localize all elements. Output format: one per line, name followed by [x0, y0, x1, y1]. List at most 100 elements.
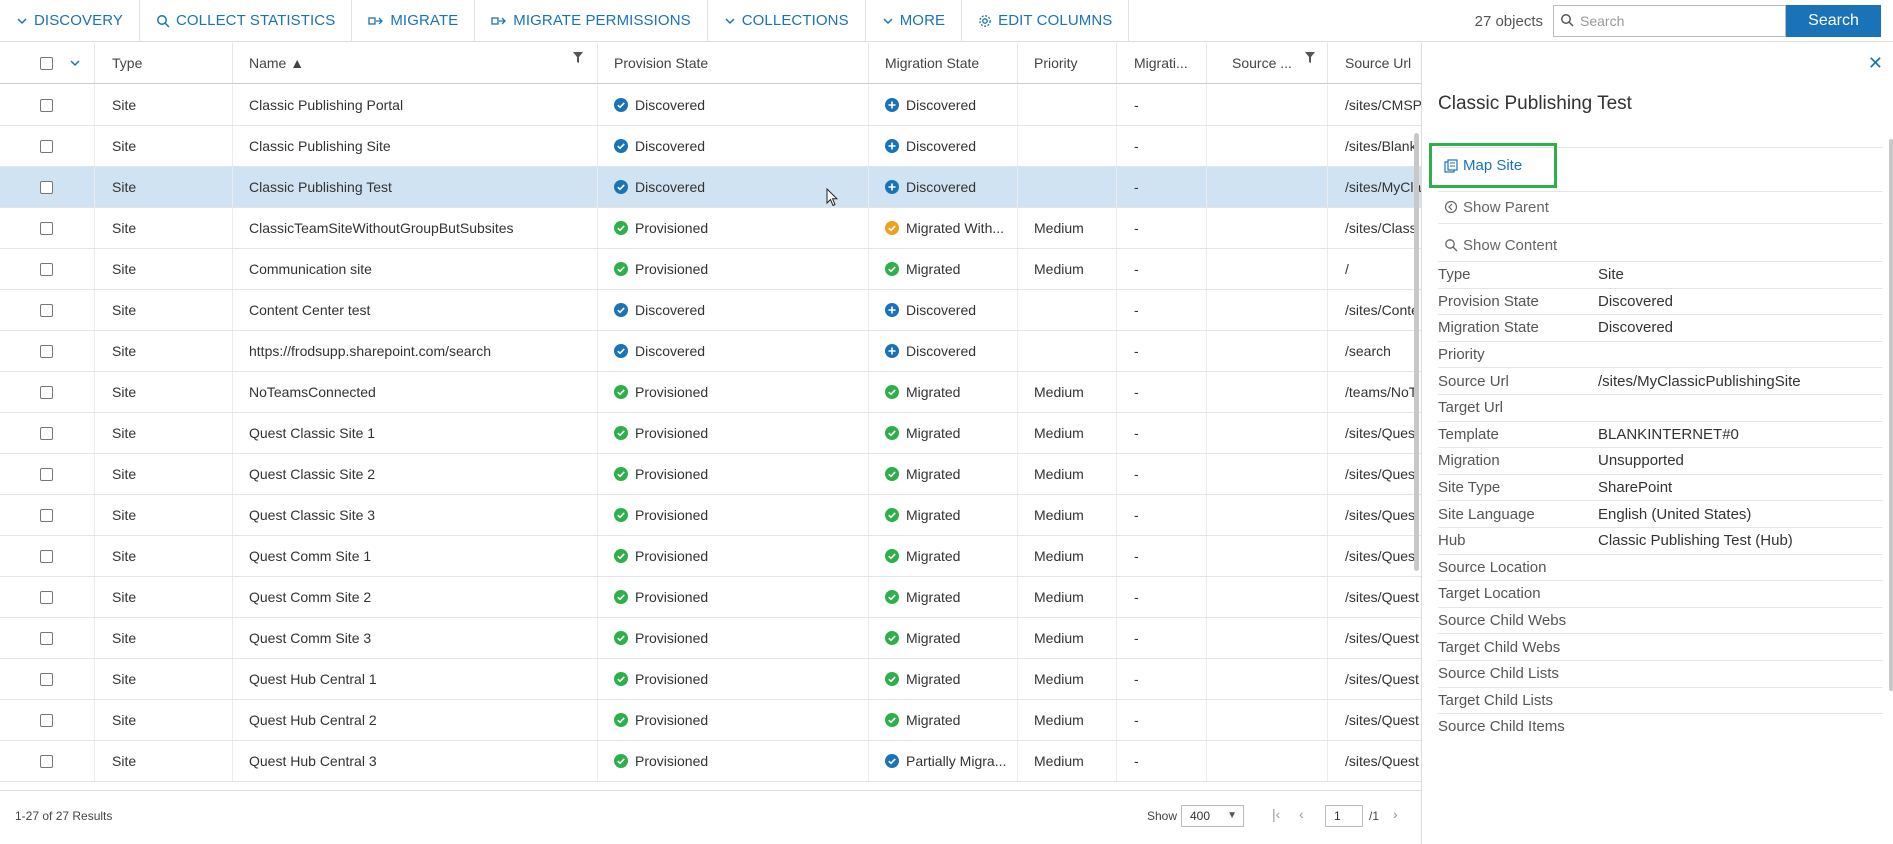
cell-name: Quest Hub Central 3: [233, 741, 598, 781]
page-number-value: 1: [1334, 809, 1341, 823]
cell-migration-state: Discovered: [869, 85, 1018, 125]
row-checkbox[interactable]: [40, 672, 53, 686]
cell-migration-state: Migrated: [869, 536, 1018, 576]
row-checkbox[interactable]: [40, 98, 53, 112]
select-all-checkbox[interactable]: [40, 56, 53, 70]
row-checkbox[interactable]: [40, 467, 53, 481]
cell-migration: -: [1117, 208, 1207, 248]
row-checkbox[interactable]: [40, 344, 53, 358]
search-box[interactable]: [1553, 5, 1786, 37]
cell-type: Site: [95, 208, 233, 248]
discovery-button[interactable]: DISCOVERY: [0, 0, 140, 42]
search-input[interactable]: [1580, 13, 1780, 29]
edit-columns-button[interactable]: EDIT COLUMNS: [962, 0, 1130, 42]
table-row[interactable]: Site Quest Comm Site 1 Provisioned Migrated…: [0, 536, 1421, 577]
table-row[interactable]: Site Quest Classic Site 3 Provisioned Migra…: [0, 495, 1421, 536]
table-row[interactable]: Site Quest Hub Central 1 Provisioned Migrat…: [0, 659, 1421, 700]
column-header-type[interactable]: Type: [95, 43, 233, 83]
column-header-source-url[interactable]: Source Url: [1328, 43, 1421, 83]
cell-type: Site: [95, 495, 233, 535]
table-row[interactable]: Site Quest Comm Site 3 Provisioned Migrated…: [0, 618, 1421, 659]
cell-source: [1207, 85, 1328, 125]
table-row[interactable]: Site Content Center test Discovered Discove…: [0, 290, 1421, 331]
object-count: 27 objects: [1474, 12, 1543, 30]
cell-migration-state: Migrated: [869, 700, 1018, 740]
row-checkbox[interactable]: [40, 631, 53, 645]
row-checkbox[interactable]: [40, 508, 53, 522]
table-row[interactable]: Site ClassicTeamSiteWithoutGroupButSubsit…: [0, 208, 1421, 249]
property-key: Source Child Webs: [1438, 612, 1567, 630]
cell-priority: Medium: [1018, 249, 1117, 289]
prev-page-icon[interactable]: ‹: [1299, 806, 1304, 822]
cell-provision-state: Provisioned: [598, 577, 869, 617]
table-row[interactable]: Site Classic Publishing Portal Discovered D…: [0, 85, 1421, 126]
close-icon[interactable]: ✕: [1868, 53, 1883, 74]
collect-statistics-button[interactable]: COLLECT STATISTICS: [140, 0, 353, 42]
collections-button[interactable]: COLLECTIONS: [708, 0, 866, 42]
property-key: Migration: [1438, 452, 1500, 470]
row-checkbox[interactable]: [40, 754, 53, 768]
show-content-button[interactable]: Show Content: [1444, 233, 1557, 257]
cell-source-url: /sites/Classi: [1345, 220, 1420, 236]
migrate-permissions-button[interactable]: MIGRATE PERMISSIONS: [475, 0, 708, 42]
column-header-source[interactable]: Source ...: [1207, 43, 1328, 83]
filter-icon[interactable]: [1305, 51, 1315, 67]
row-checkbox[interactable]: [40, 262, 53, 276]
map-site-label: Map Site: [1463, 157, 1523, 174]
row-checkbox[interactable]: [40, 385, 53, 399]
cell-migration: -: [1117, 85, 1207, 125]
row-checkbox[interactable]: [40, 590, 53, 604]
page-size-select[interactable]: 400 ▼: [1181, 805, 1244, 827]
row-checkbox[interactable]: [40, 139, 53, 153]
edit-columns-label: EDIT COLUMNS: [998, 12, 1113, 29]
property-key: Template: [1438, 425, 1499, 443]
check-circle-icon: [614, 631, 628, 645]
first-page-icon[interactable]: |‹: [1272, 806, 1280, 822]
property-value: Classic Publishing Test (Hub): [1598, 532, 1793, 550]
table-row[interactable]: Site https://frodsupp.sharepoint.com/sear…: [0, 331, 1421, 372]
table-row[interactable]: Site Quest Classic Site 2 Provisioned Migra…: [0, 454, 1421, 495]
panel-scrollbar[interactable]: [1889, 139, 1893, 691]
table-row[interactable]: Site Quest Hub Central 2 Provisioned Migrat…: [0, 700, 1421, 741]
cell-migration-state: Migrated: [869, 618, 1018, 658]
row-checkbox[interactable]: [40, 549, 53, 563]
column-header-name[interactable]: Name ▲: [233, 43, 598, 83]
chevron-down-icon[interactable]: [69, 57, 81, 69]
table-row[interactable]: Site Quest Hub Central 3 Provisioned Partia…: [0, 741, 1421, 782]
vertical-scrollbar[interactable]: [1414, 133, 1419, 571]
row-checkbox[interactable]: [40, 180, 53, 194]
row-checkbox[interactable]: [40, 426, 53, 440]
column-header-migration[interactable]: Migrati...: [1117, 43, 1207, 83]
row-select-cell: [0, 741, 95, 781]
table-row[interactable]: Site Classic Publishing Site Discovered Dis…: [0, 126, 1421, 167]
provision-state-text: Provisioned: [635, 589, 709, 605]
cell-name: ClassicTeamSiteWithoutGroupButSubsites: [233, 208, 598, 248]
more-button[interactable]: MORE: [866, 0, 963, 42]
check-circle-icon: [885, 549, 899, 563]
table-row[interactable]: Site Quest Classic Site 1 Provisioned Migra…: [0, 413, 1421, 454]
cell-migration-state: Discovered: [869, 331, 1018, 371]
next-page-icon[interactable]: ›: [1393, 806, 1398, 822]
cell-migration-state: Discovered: [869, 126, 1018, 166]
column-header-migration-state[interactable]: Migration State: [869, 43, 1018, 83]
search-button[interactable]: Search: [1786, 5, 1881, 37]
map-site-button[interactable]: Map Site: [1429, 143, 1557, 188]
cell-source: [1207, 126, 1328, 166]
row-checkbox[interactable]: [40, 303, 53, 317]
column-header-provision-state[interactable]: Provision State: [598, 43, 869, 83]
toolbar-right: 27 objects Search: [1475, 0, 1893, 42]
migrate-button[interactable]: MIGRATE: [352, 0, 476, 42]
table-row[interactable]: Site NoTeamsConnected Provisioned Migrated M…: [0, 372, 1421, 413]
table-row[interactable]: Site Communication site Provisioned Migrate…: [0, 249, 1421, 290]
cell-name: Quest Comm Site 1: [233, 536, 598, 576]
check-circle-icon: [885, 385, 899, 399]
show-parent-button[interactable]: Show Parent: [1444, 195, 1549, 219]
page-number-input[interactable]: 1: [1325, 805, 1363, 827]
column-header-priority[interactable]: Priority: [1018, 43, 1117, 83]
table-row[interactable]: Site Quest Comm Site 2 Provisioned Migrated…: [0, 577, 1421, 618]
row-checkbox[interactable]: [40, 713, 53, 727]
filter-icon[interactable]: [573, 51, 583, 67]
check-circle-icon: [614, 590, 628, 604]
row-checkbox[interactable]: [40, 221, 53, 235]
table-row[interactable]: Site Classic Publishing Test Discovered Dis…: [0, 167, 1421, 208]
